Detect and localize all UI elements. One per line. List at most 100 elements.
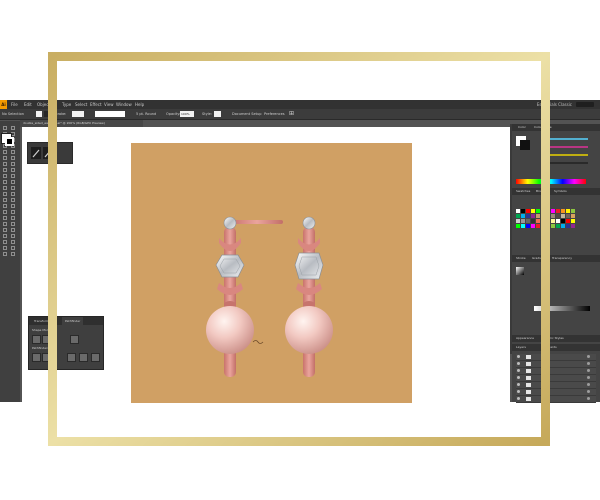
tool-button[interactable]	[11, 222, 15, 226]
tool-button[interactable]	[11, 240, 15, 244]
color-swatch[interactable]	[526, 219, 530, 223]
visibility-eye-icon[interactable]	[517, 369, 520, 372]
outline-icon[interactable]	[91, 353, 100, 362]
color-sliders[interactable]	[516, 134, 596, 174]
tool-button[interactable]	[11, 192, 15, 196]
stroke-color-swatch[interactable]	[5, 137, 14, 146]
layer-row[interactable]	[516, 382, 596, 389]
tool-button[interactable]	[11, 198, 15, 202]
target-icon[interactable]	[587, 376, 590, 379]
unite-icon[interactable]	[32, 335, 41, 344]
layer-row[interactable]	[516, 354, 596, 361]
tool-button[interactable]	[3, 174, 7, 178]
tool-button[interactable]	[11, 204, 15, 208]
color-swatch[interactable]	[561, 214, 565, 218]
tab-artboards[interactable]: Artboards	[542, 344, 557, 351]
trim-icon[interactable]	[42, 353, 51, 362]
tab-symbols[interactable]: Symbols	[554, 188, 567, 195]
minus-front-icon[interactable]	[42, 335, 51, 344]
tool-button[interactable]	[3, 204, 7, 208]
color-swatch[interactable]	[516, 209, 520, 213]
menu-effect[interactable]: Effect	[90, 100, 102, 109]
tool-button[interactable]	[3, 228, 7, 232]
menu-view[interactable]: View	[104, 100, 114, 109]
tool-button[interactable]	[3, 126, 7, 130]
color-swatch[interactable]	[551, 214, 555, 218]
color-swatch[interactable]	[536, 214, 540, 218]
tool-button[interactable]	[11, 228, 15, 232]
color-swatch[interactable]	[546, 214, 550, 218]
arrange-icon[interactable]: ⊞	[289, 109, 294, 119]
search-field[interactable]	[576, 102, 594, 107]
color-swatch[interactable]	[516, 214, 520, 218]
tool-button[interactable]	[3, 234, 7, 238]
tool-button[interactable]	[11, 150, 15, 154]
tool-button[interactable]	[11, 168, 15, 172]
merge-icon[interactable]	[67, 353, 76, 362]
document-tab[interactable]: double_sided_earrings.ai* @ 200% (RGB/GP…	[20, 120, 143, 127]
color-spectrum[interactable]	[516, 179, 586, 184]
target-icon[interactable]	[587, 355, 590, 358]
layer-row[interactable]	[516, 396, 596, 403]
menu-window[interactable]: Window	[116, 100, 132, 109]
color-swatch[interactable]	[541, 219, 545, 223]
tool-button[interactable]	[11, 210, 15, 214]
swatch-grid[interactable]	[516, 209, 586, 245]
color-swatch[interactable]	[541, 224, 545, 228]
workspace-switcher[interactable]: Essentials Classic	[537, 100, 572, 109]
tab-color-guide[interactable]: Color Guide	[534, 124, 552, 131]
tool-button[interactable]	[3, 186, 7, 190]
tab-layers[interactable]: Layers	[516, 344, 526, 351]
tab-brushes[interactable]: Brushes	[536, 188, 548, 195]
color-swatch[interactable]	[561, 224, 565, 228]
menu-type[interactable]: Type	[62, 100, 71, 109]
color-swatch[interactable]	[521, 209, 525, 213]
visibility-eye-icon[interactable]	[517, 397, 520, 400]
color-swatch[interactable]	[566, 224, 570, 228]
color-swatch[interactable]	[551, 219, 555, 223]
color-swatch[interactable]	[536, 224, 540, 228]
menu-edit[interactable]: Edit	[24, 100, 32, 109]
tab-transform[interactable]: Transform	[31, 317, 52, 325]
tool-button[interactable]	[11, 252, 15, 256]
visibility-eye-icon[interactable]	[517, 362, 520, 365]
visibility-eye-icon[interactable]	[517, 355, 520, 358]
style-swatch[interactable]	[214, 111, 221, 117]
color-swatch[interactable]	[566, 219, 570, 223]
color-swatch[interactable]	[556, 224, 560, 228]
color-swatch[interactable]	[521, 224, 525, 228]
tool-button[interactable]	[11, 126, 15, 130]
color-swatch[interactable]	[521, 214, 525, 218]
tool-button[interactable]	[11, 156, 15, 160]
layer-row[interactable]	[516, 389, 596, 396]
color-swatch[interactable]	[526, 214, 530, 218]
menu-object[interactable]: Object	[37, 100, 50, 109]
color-swatch[interactable]	[561, 219, 565, 223]
tool-button[interactable]	[3, 180, 7, 184]
layer-row[interactable]	[516, 375, 596, 382]
tool-button[interactable]	[11, 162, 15, 166]
opacity-field[interactable]: 100%	[180, 111, 194, 117]
color-swatch[interactable]	[541, 214, 545, 218]
tool-button[interactable]	[3, 198, 7, 202]
tool-button[interactable]	[3, 192, 7, 196]
tool-button[interactable]	[3, 150, 7, 154]
menu-help[interactable]: Help	[135, 100, 144, 109]
color-swatch[interactable]	[516, 224, 520, 228]
target-icon[interactable]	[587, 383, 590, 386]
tool-button[interactable]	[3, 246, 7, 250]
target-icon[interactable]	[587, 397, 590, 400]
tool-button[interactable]	[3, 240, 7, 244]
color-swatch[interactable]	[571, 219, 575, 223]
divide-icon[interactable]	[32, 353, 41, 362]
color-swatch[interactable]	[531, 209, 535, 213]
tool-button[interactable]	[11, 174, 15, 178]
tab-appearance[interactable]: Appearance	[516, 335, 534, 342]
color-swatch[interactable]	[526, 224, 530, 228]
color-swatch[interactable]	[546, 209, 550, 213]
layer-row[interactable]	[516, 361, 596, 368]
crop-icon[interactable]	[79, 353, 88, 362]
color-swatch[interactable]	[546, 219, 550, 223]
tool-button[interactable]	[11, 186, 15, 190]
brush-definition[interactable]: 5 pt. Round	[136, 109, 156, 119]
